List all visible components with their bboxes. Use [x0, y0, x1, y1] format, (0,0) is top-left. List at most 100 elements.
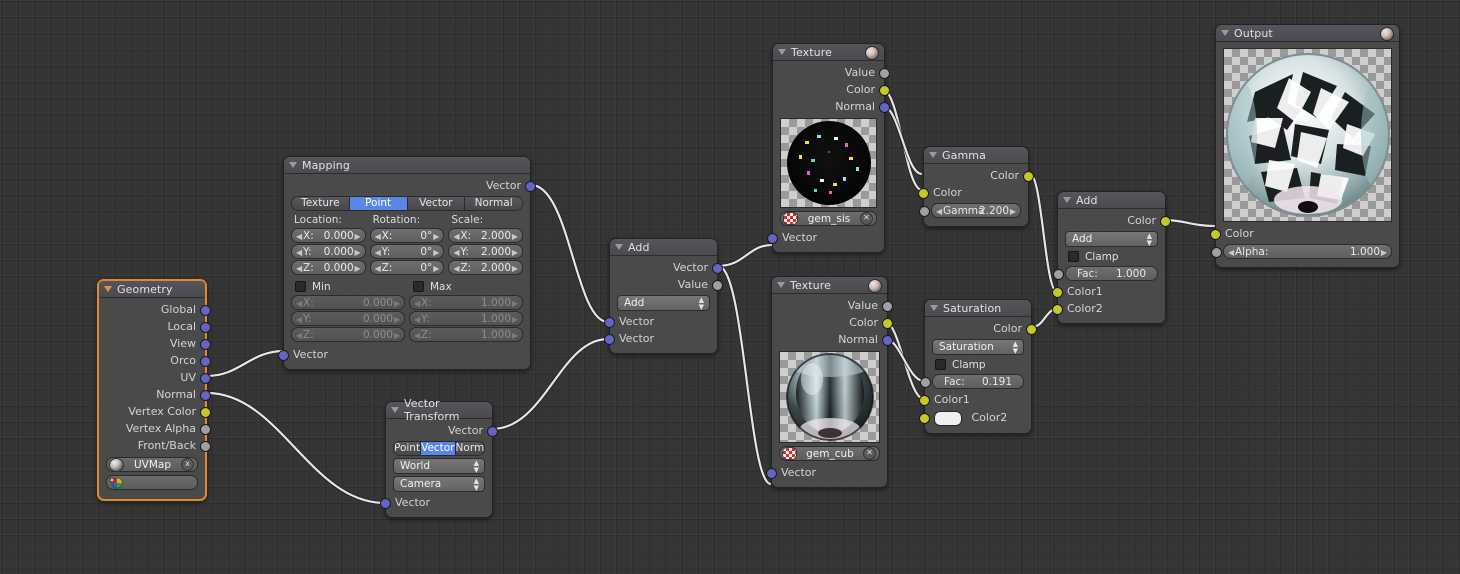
node-gamma[interactable]: Gamma Color Color ◀ Gamma 2.200 ▶: [918, 146, 1034, 227]
input-socket-vector[interactable]: [767, 233, 778, 244]
clamp-checkbox[interactable]: [1068, 251, 1079, 262]
increment-arrow-icon[interactable]: ▶: [394, 296, 400, 311]
decrement-arrow-icon[interactable]: ◀: [414, 296, 420, 311]
tab-norm[interactable]: Norm: [455, 442, 484, 455]
rotation-y-field[interactable]: ◀ Y: 0° ▶: [369, 244, 445, 260]
increment-arrow-icon[interactable]: ▶: [512, 312, 518, 327]
output-socket-vector[interactable]: [525, 181, 536, 192]
input-socket-fac[interactable]: [920, 377, 931, 388]
node-geometry-header[interactable]: Geometry: [99, 281, 205, 298]
texture-id-field-bottom[interactable]: gem_cub ✕: [779, 446, 880, 461]
min-z-field[interactable]: ◀ Z: 0.000 ▶: [291, 327, 405, 342]
increment-arrow-icon[interactable]: ▶: [512, 328, 518, 343]
output-socket-normal[interactable]: [200, 390, 211, 401]
node-texture-top[interactable]: Texture Value Color Normal gem_sis ✕ Vec…: [767, 43, 890, 253]
output-socket-value[interactable]: [712, 280, 723, 291]
output-socket-view[interactable]: [200, 339, 211, 350]
input-socket-color1[interactable]: [1052, 287, 1063, 298]
output-socket-color[interactable]: [1160, 216, 1171, 227]
node-mix-add[interactable]: Add Color Add ▲ ▼ Clamp Fac: 1.000 Color1…: [1052, 191, 1171, 324]
increment-arrow-icon[interactable]: ▶: [433, 245, 439, 260]
increment-arrow-icon[interactable]: ▶: [512, 296, 518, 311]
fac-field[interactable]: Fac: 0.191: [920, 374, 1024, 389]
operation-dropdown[interactable]: Add ▲ ▼: [617, 295, 710, 311]
min-x-field[interactable]: ◀ X: 0.000 ▶: [291, 295, 405, 310]
location-y-field[interactable]: ◀ Y: 0.000 ▶: [291, 244, 366, 259]
close-icon[interactable]: ✕: [860, 212, 873, 225]
input-socket-color[interactable]: [918, 188, 929, 199]
decrement-arrow-icon[interactable]: ◀: [296, 245, 302, 260]
node-output-header[interactable]: Output: [1216, 25, 1399, 42]
input-socket-fac[interactable]: [1053, 269, 1064, 280]
node-vector-transform[interactable]: Vector Transform Vector Point Vector Nor…: [380, 397, 498, 518]
output-socket-normal[interactable]: [879, 102, 890, 113]
output-socket-vector[interactable]: [712, 263, 723, 274]
collapse-triangle-icon[interactable]: [929, 152, 937, 158]
decrement-arrow-icon[interactable]: ◀: [375, 245, 381, 260]
output-socket-color[interactable]: [1026, 324, 1037, 335]
input-socket-vector-2[interactable]: [604, 334, 615, 345]
increment-arrow-icon[interactable]: ▶: [1010, 204, 1016, 219]
output-socket-uv[interactable]: [200, 373, 211, 384]
decrement-arrow-icon[interactable]: ◀: [375, 261, 381, 276]
scale-z-field[interactable]: ◀ Z: 2.000 ▶: [448, 260, 524, 276]
node-vector-math-header[interactable]: Add: [610, 239, 717, 256]
node-texture-bottom-header[interactable]: Texture: [772, 277, 887, 294]
output-socket-local[interactable]: [200, 322, 211, 333]
blend-mode-dropdown[interactable]: Add ▲ ▼: [1065, 231, 1158, 247]
uv-map-field[interactable]: UVMap x: [106, 457, 198, 472]
node-saturation[interactable]: Saturation Color Saturation ▲ ▼ Clamp Fac…: [919, 299, 1037, 434]
close-icon[interactable]: ✕: [863, 447, 876, 460]
node-texture-top-header[interactable]: Texture: [773, 44, 884, 61]
vertex-color-field[interactable]: [106, 475, 198, 490]
node-texture-bottom[interactable]: Texture Value Color Normal gem_cub ✕ Vec…: [766, 276, 893, 488]
node-gamma-header[interactable]: Gamma: [924, 147, 1028, 164]
output-socket-color[interactable]: [879, 85, 890, 96]
convert-from-dropdown[interactable]: World ▲ ▼: [393, 458, 485, 474]
collapse-triangle-icon[interactable]: [1063, 197, 1071, 203]
input-socket-color[interactable]: [1210, 229, 1221, 240]
decrement-arrow-icon[interactable]: ◀: [453, 245, 459, 260]
decrement-arrow-icon[interactable]: ◀: [296, 328, 302, 343]
increment-arrow-icon[interactable]: ▶: [512, 229, 518, 244]
tab-vector[interactable]: Vector: [407, 197, 466, 210]
vector-type-tabs[interactable]: Point Vector Norm: [393, 441, 485, 456]
increment-arrow-icon[interactable]: ▶: [433, 229, 439, 244]
tab-point[interactable]: Point: [394, 442, 422, 455]
output-socket-color[interactable]: [1023, 171, 1034, 182]
increment-arrow-icon[interactable]: ▶: [1381, 245, 1387, 260]
min-checkbox[interactable]: [295, 281, 306, 292]
decrement-arrow-icon[interactable]: ◀: [414, 312, 420, 327]
max-checkbox[interactable]: [413, 281, 424, 292]
increment-arrow-icon[interactable]: ▶: [355, 245, 361, 260]
input-socket-gamma[interactable]: [919, 206, 930, 217]
tab-vector[interactable]: Vector: [421, 442, 456, 455]
input-socket-vector[interactable]: [278, 350, 289, 361]
output-socket-value[interactable]: [879, 68, 890, 79]
location-z-field[interactable]: ◀ Z: 0.000 ▶: [291, 260, 366, 275]
min-y-field[interactable]: ◀ Y: 0.000 ▶: [291, 311, 405, 326]
collapse-triangle-icon[interactable]: [289, 162, 297, 168]
clamp-checkbox-row[interactable]: Clamp: [925, 357, 1031, 372]
increment-arrow-icon[interactable]: ▶: [512, 261, 518, 276]
input-socket-color1[interactable]: [919, 395, 930, 406]
scale-y-field[interactable]: ◀ Y: 2.000 ▶: [448, 244, 524, 260]
color2-swatch[interactable]: [934, 410, 962, 426]
blend-mode-dropdown[interactable]: Saturation ▲ ▼: [932, 339, 1024, 355]
decrement-arrow-icon[interactable]: ◀: [296, 296, 302, 311]
node-geometry[interactable]: Geometry Global Local View Orco UV Norma…: [97, 279, 211, 501]
max-z-field[interactable]: ◀ Z: 1.000 ▶: [409, 327, 523, 342]
scale-x-field[interactable]: ◀ X: 2.000 ▶: [448, 228, 524, 244]
tab-normal[interactable]: Normal: [465, 197, 522, 210]
input-socket-color2[interactable]: [919, 413, 930, 424]
output-socket-orco[interactable]: [200, 356, 211, 367]
rotation-x-field[interactable]: ◀ X: 0° ▶: [369, 228, 445, 244]
output-socket-value[interactable]: [882, 301, 893, 312]
max-x-field[interactable]: ◀ X: 1.000 ▶: [409, 295, 523, 310]
decrement-arrow-icon[interactable]: ◀: [453, 261, 459, 276]
collapse-triangle-icon[interactable]: [777, 282, 785, 288]
clamp-checkbox[interactable]: [935, 359, 946, 370]
output-socket-front-back[interactable]: [200, 441, 211, 452]
collapse-triangle-icon[interactable]: [104, 286, 112, 292]
collapse-triangle-icon[interactable]: [778, 49, 786, 55]
